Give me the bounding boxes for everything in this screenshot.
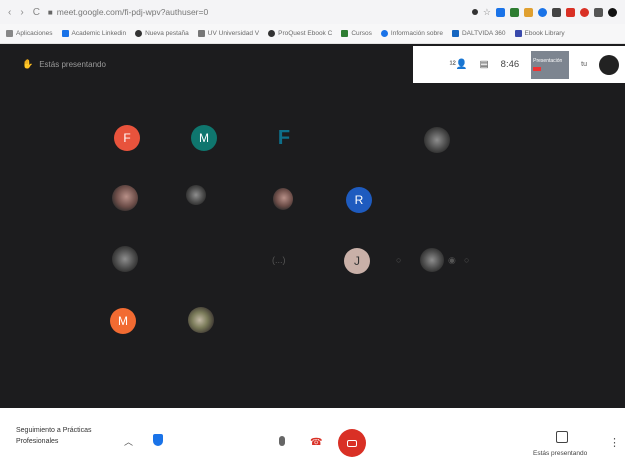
mic-icon[interactable]: [279, 436, 285, 446]
lock-icon: ■: [47, 7, 53, 17]
browser-toolbar: ‹ › C ■ meet.google.com/fi-pdj-wpv?authu…: [0, 0, 625, 24]
extension-icon[interactable]: [538, 7, 547, 17]
bottom-bar: Seguimiento a Prácticas Profesionales ︿ …: [0, 408, 625, 463]
record-icon[interactable]: [471, 9, 478, 15]
participant-tile[interactable]: R: [346, 187, 372, 213]
extension-icons: ☆: [471, 7, 617, 18]
extension-icon[interactable]: [594, 7, 603, 17]
participant-tile[interactable]: M: [191, 125, 217, 151]
meet-window: ‹ › C ■ meet.google.com/fi-pdj-wpv?authu…: [0, 0, 625, 463]
meeting-title[interactable]: Seguimiento a Prácticas Profesionales: [16, 425, 116, 447]
camera-off-button[interactable]: [338, 429, 366, 457]
participant-tile[interactable]: F: [271, 125, 297, 151]
present-label[interactable]: Estás presentando: [533, 450, 587, 457]
bookmark-item[interactable]: Academic Linkedin: [61, 30, 126, 37]
dim-participant: (...): [272, 255, 286, 265]
participant-avatar[interactable]: [420, 248, 444, 272]
participant-avatar[interactable]: [273, 188, 293, 210]
clock: 8:46: [500, 59, 520, 70]
bookmark-item[interactable]: ProQuest Ebook C: [268, 30, 332, 37]
bookmark-item[interactable]: UV Universidad V: [197, 30, 259, 37]
extension-icon[interactable]: [510, 7, 519, 17]
bookmark-item[interactable]: DALTVIDA 360: [451, 30, 506, 37]
back-icon[interactable]: ‹: [8, 7, 11, 18]
bookmark-item[interactable]: Ebook Library: [514, 30, 565, 37]
bookmark-icon: [268, 30, 276, 37]
participant-avatar[interactable]: [424, 127, 450, 153]
participant-avatar[interactable]: [112, 246, 138, 272]
camera-off-icon: [347, 439, 357, 447]
apps-icon: [6, 30, 13, 37]
participant-tile[interactable]: M: [110, 308, 136, 334]
forward-icon[interactable]: ›: [20, 7, 23, 18]
dot-icon: ○: [464, 255, 470, 265]
bookmark-item[interactable]: Cursos: [341, 30, 372, 37]
dot-icon: ○: [396, 255, 402, 265]
bookmarks-bar: Aplicaciones Academic Linkedin Nueva pes…: [0, 24, 625, 44]
profile-icon[interactable]: [608, 7, 617, 17]
self-avatar[interactable]: [599, 54, 619, 75]
participant-tile[interactable]: F: [114, 125, 140, 151]
shield-icon[interactable]: [153, 434, 163, 446]
reload-icon[interactable]: C: [33, 7, 40, 18]
bookmark-apps[interactable]: Aplicaciones: [6, 30, 53, 37]
extension-icon[interactable]: [566, 7, 575, 17]
bookmark-icon: [61, 30, 69, 37]
bookmark-icon: [380, 30, 388, 37]
browser-nav: ‹ › C: [8, 7, 40, 18]
more-icon[interactable]: ⋮: [609, 436, 620, 449]
address-bar[interactable]: ■ meet.google.com/fi-pdj-wpv?authuser=0: [48, 7, 464, 17]
extension-icon[interactable]: [524, 7, 533, 17]
top-info-panel: ¹²👤 ▤ 8:46 Presentación tu: [413, 46, 625, 83]
star-icon[interactable]: ☆: [483, 7, 491, 18]
preview-accent: [533, 67, 542, 71]
bookmark-icon: [341, 30, 349, 37]
bookmark-icon: [514, 30, 522, 37]
hangup-icon[interactable]: ☎: [310, 437, 322, 448]
chevron-up-icon[interactable]: ︿: [124, 435, 133, 448]
participants-grid: ✋ Estás presentando ¹²👤 ▤ 8:46 Presentac…: [0, 44, 625, 408]
url-text: meet.google.com/fi-pdj-wpv?authuser=0: [56, 7, 209, 17]
bookmark-icon: [197, 30, 205, 37]
chat-icon[interactable]: ▤: [480, 59, 489, 70]
participant-tile[interactable]: J: [344, 248, 370, 274]
presenting-icon: ✋: [22, 59, 34, 69]
participant-avatar[interactable]: [188, 307, 214, 333]
bookmark-item[interactable]: Nueva pestaña: [135, 30, 189, 37]
bookmark-item[interactable]: Información sobre: [380, 30, 443, 37]
participant-avatar[interactable]: [186, 185, 206, 205]
presentation-preview[interactable]: Presentación: [531, 50, 570, 79]
extension-icon[interactable]: [580, 7, 589, 17]
dot-icon: ◉: [448, 255, 456, 265]
self-label: tu: [581, 61, 587, 68]
people-icon[interactable]: ¹²👤: [450, 59, 468, 70]
participant-avatar[interactable]: [112, 185, 138, 211]
presenting-indicator: ✋ Estás presentando: [22, 59, 106, 69]
bookmark-icon: [135, 30, 143, 37]
present-icon[interactable]: [556, 431, 568, 443]
extension-icon[interactable]: [496, 7, 505, 17]
extension-icon[interactable]: [552, 7, 561, 17]
bookmark-icon: [451, 30, 459, 37]
